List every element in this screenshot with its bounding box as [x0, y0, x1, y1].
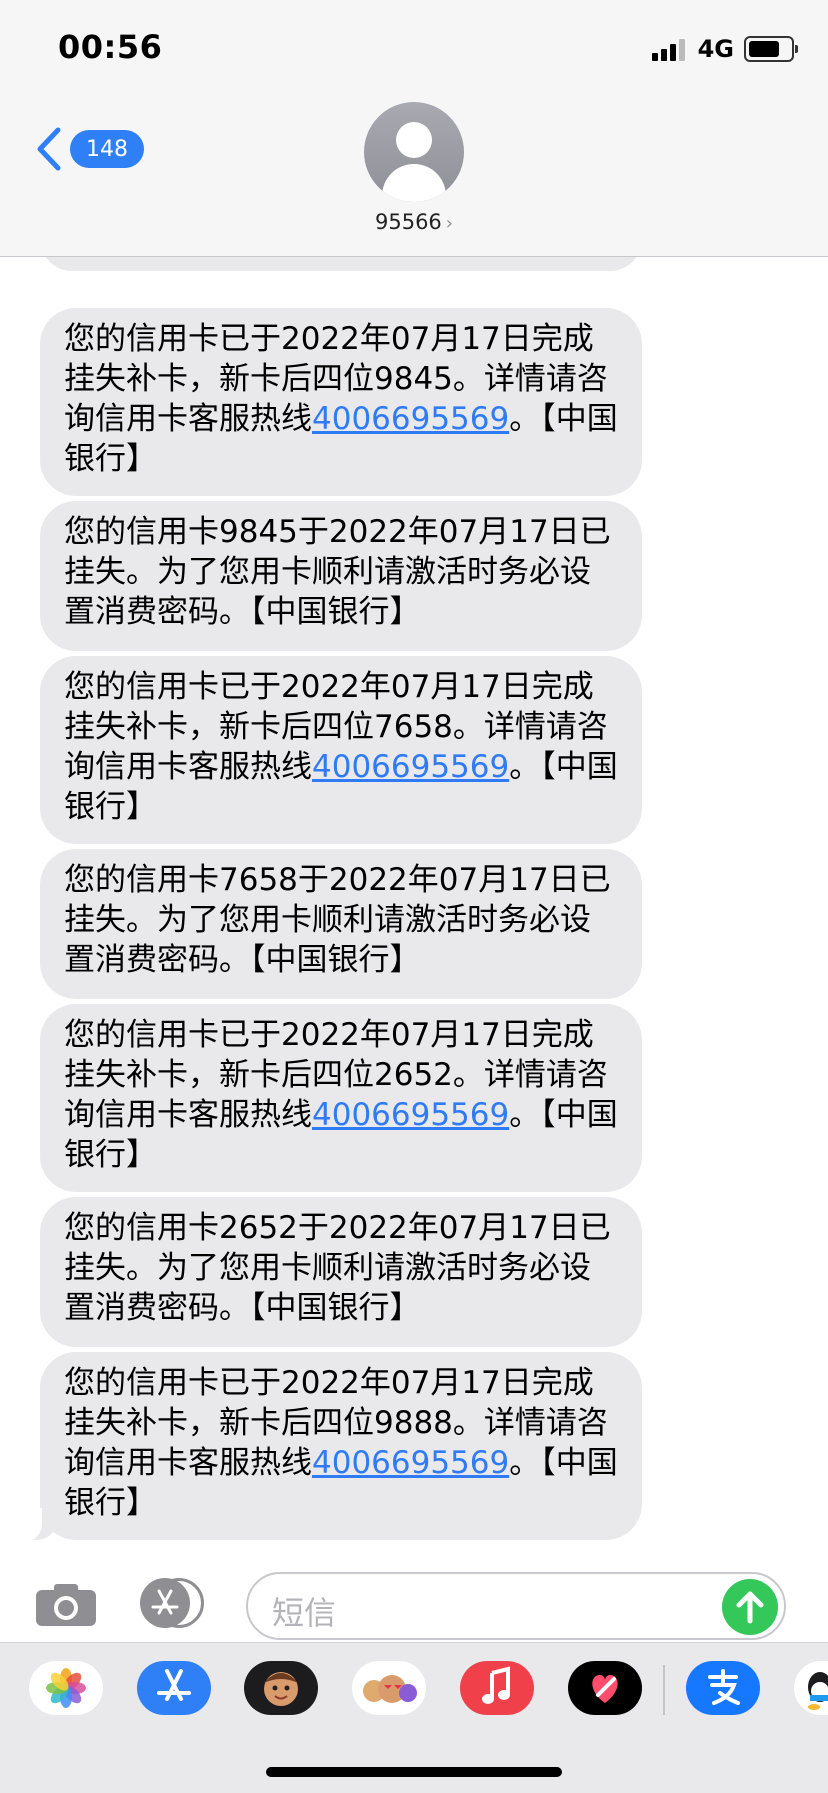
- message-text: 您的信用卡7658于2022年07月17日已挂失。为了您用卡顺利请激活时务必设置…: [64, 862, 611, 978]
- back-button[interactable]: 148: [32, 126, 144, 172]
- message-bubble[interactable]: 您的信用卡9845于2022年07月17日已挂失。为了您用卡顺利请激活时务必设置…: [40, 501, 642, 651]
- message-input-placeholder: 短信: [272, 1594, 337, 1632]
- music-icon[interactable]: [460, 1661, 534, 1715]
- alipay-icon[interactable]: [686, 1661, 760, 1715]
- compose-bar: 短信: [0, 1556, 828, 1642]
- network-type: 4G: [697, 35, 734, 63]
- phone-number-link[interactable]: 4006695569: [312, 1445, 509, 1481]
- status-time: 00:56: [58, 28, 163, 66]
- chevron-left-icon: [37, 127, 61, 171]
- home-indicator[interactable]: [266, 1767, 562, 1777]
- phone-number-link[interactable]: 4006695569: [312, 749, 509, 785]
- contact-name: 95566: [374, 210, 442, 234]
- app-store-icon: [151, 1589, 179, 1615]
- send-button[interactable]: [722, 1579, 778, 1635]
- message-bubble[interactable]: 您的信用卡已于2022年07月17日完成挂失补卡，新卡后四位9845。详情请咨询…: [40, 308, 642, 496]
- app-store-button[interactable]: [140, 1578, 212, 1628]
- camera-icon[interactable]: [34, 1582, 98, 1628]
- battery-icon: [744, 36, 798, 62]
- chevron-right-icon: ›: [445, 213, 453, 234]
- message-text: 您的信用卡2652于2022年07月17日已挂失。为了您用卡顺利请激活时务必设置…: [64, 1210, 611, 1326]
- message-bubble[interactable]: 您的信用卡7658于2022年07月17日已挂失。为了您用卡顺利请激活时务必设置…: [40, 849, 642, 999]
- phone-number-link[interactable]: 4006695569: [312, 1097, 509, 1133]
- drawer-divider: [663, 1665, 665, 1715]
- message-bubble[interactable]: 您的信用卡已于2022年07月17日完成挂失补卡，新卡后四位2652。详情请咨询…: [40, 1004, 642, 1192]
- status-indicators: 4G: [651, 34, 798, 64]
- imessage-app-drawer: [0, 1642, 828, 1793]
- conversation-header: 00:56 4G 148 95566 ›: [0, 0, 828, 257]
- message-input[interactable]: 短信: [246, 1572, 786, 1640]
- digital-touch-icon[interactable]: [568, 1661, 642, 1715]
- contact-name-button[interactable]: 95566 ›: [0, 210, 828, 234]
- message-text: 您的信用卡9845于2022年07月17日已挂失。为了您用卡顺利请激活时务必设置…: [64, 514, 611, 630]
- qq-icon[interactable]: [794, 1661, 828, 1715]
- message-bubble[interactable]: 您的信用卡已于2022年07月17日完成挂失补卡，新卡后四位7658。详情请咨询…: [40, 656, 642, 844]
- photos-icon[interactable]: [29, 1661, 103, 1715]
- memoji-camera-icon[interactable]: [244, 1661, 318, 1715]
- message-bubble[interactable]: 您的信用卡2652于2022年07月17日已挂失。为了您用卡顺利请激活时务必设置…: [40, 1197, 642, 1347]
- cellular-signal-icon: [651, 37, 688, 61]
- unread-count-badge: 148: [70, 130, 144, 168]
- arrow-up-icon: [736, 1591, 764, 1624]
- battery-level: [749, 41, 779, 57]
- contact-avatar[interactable]: [364, 102, 464, 202]
- phone-number-link[interactable]: 4006695569: [312, 401, 509, 437]
- message-bubble[interactable]: 您的信用卡已于2022年07月17日完成挂失补卡，新卡后四位9888。详情请咨询…: [40, 1352, 642, 1540]
- memoji-stickers-icon[interactable]: [352, 1661, 426, 1715]
- bubble-tail: [18, 1508, 58, 1542]
- app-store-icon[interactable]: [137, 1661, 211, 1715]
